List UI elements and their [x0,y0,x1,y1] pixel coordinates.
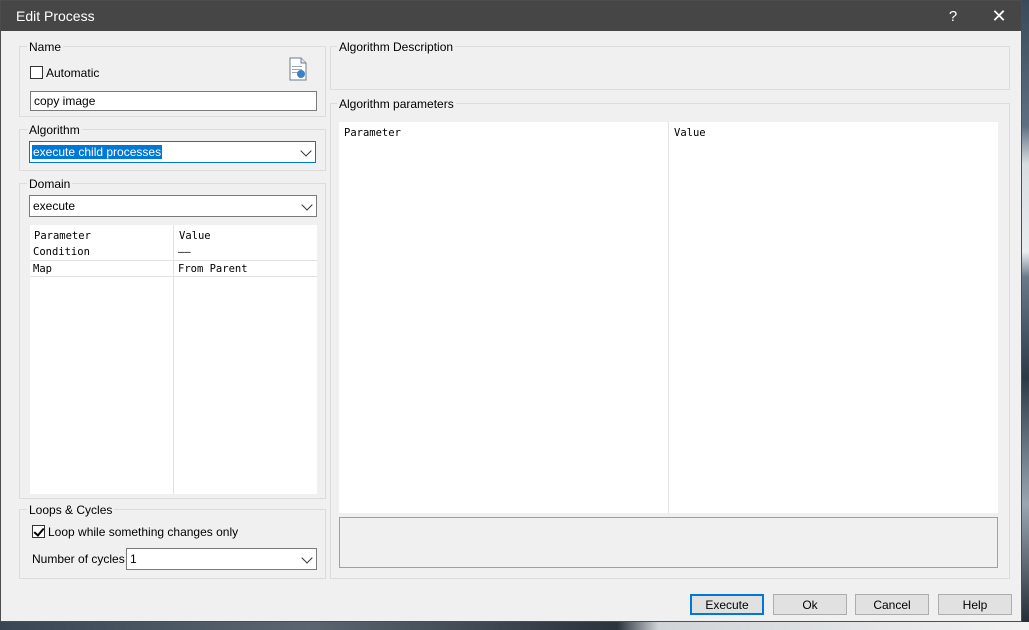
table-row-value[interactable]: —— [178,245,191,259]
process-name-input[interactable]: copy image [30,91,317,111]
algorithm-selected-value: execute child processes [32,145,163,159]
algorithm-description-label: Algorithm Description [337,40,456,54]
automatic-checkbox[interactable] [30,66,43,79]
table-row-parameter[interactable]: Map [33,262,52,276]
loops-cycles-group-label: Loops & Cycles [27,503,115,517]
chevron-down-icon [300,145,312,157]
chevron-down-icon [301,199,313,211]
edit-process-dialog: Edit Process ? ✕ Name Automatic copy ima… [0,0,1022,622]
number-of-cycles-value: 1 [130,552,137,566]
domain-parameter-table[interactable]: Parameter Value Condition —— Map From Pa… [30,225,317,494]
domain-selected-value: execute [33,199,76,213]
column-header-parameter[interactable]: Parameter [34,229,91,243]
domain-group-label: Domain [27,177,73,191]
table-row-parameter[interactable]: Condition [33,245,90,259]
algorithm-group-label: Algorithm [27,123,82,137]
automatic-label: Automatic [46,66,100,80]
ok-button[interactable]: Ok [773,594,847,615]
desktop-background-bottom [0,622,1029,630]
window-title: Edit Process [16,8,95,24]
column-divider [173,225,174,494]
help-button[interactable]: Help [938,594,1012,615]
column-header-value[interactable]: Value [674,126,706,140]
algorithm-dropdown[interactable]: execute child processes [29,141,316,163]
number-of-cycles-label: Number of cycles [32,552,125,566]
execute-button[interactable]: Execute [690,594,764,615]
column-divider [668,122,669,513]
title-bar[interactable]: Edit Process ? ✕ [1,1,1021,31]
column-header-value[interactable]: Value [179,229,211,243]
column-header-parameter[interactable]: Parameter [344,126,401,140]
loop-changes-label: Loop while something changes only [48,525,239,539]
number-of-cycles-dropdown[interactable]: 1 [126,548,317,570]
algorithm-parameters-label: Algorithm parameters [337,97,456,111]
row-divider [30,276,317,277]
name-group-label: Name [27,40,64,54]
help-title-button[interactable]: ? [931,1,975,31]
desktop-background-right [1022,0,1029,630]
close-button[interactable]: ✕ [977,1,1021,31]
row-divider [30,260,317,261]
algorithm-parameter-table[interactable]: Parameter Value [339,122,998,513]
domain-dropdown[interactable]: execute [29,195,317,217]
table-row-value[interactable]: From Parent [178,262,248,276]
parameter-info-panel [339,517,998,568]
loop-changes-checkbox[interactable] [32,525,45,538]
chevron-down-icon [301,552,313,564]
cancel-button[interactable]: Cancel [855,594,929,615]
document-icon[interactable] [288,57,308,81]
